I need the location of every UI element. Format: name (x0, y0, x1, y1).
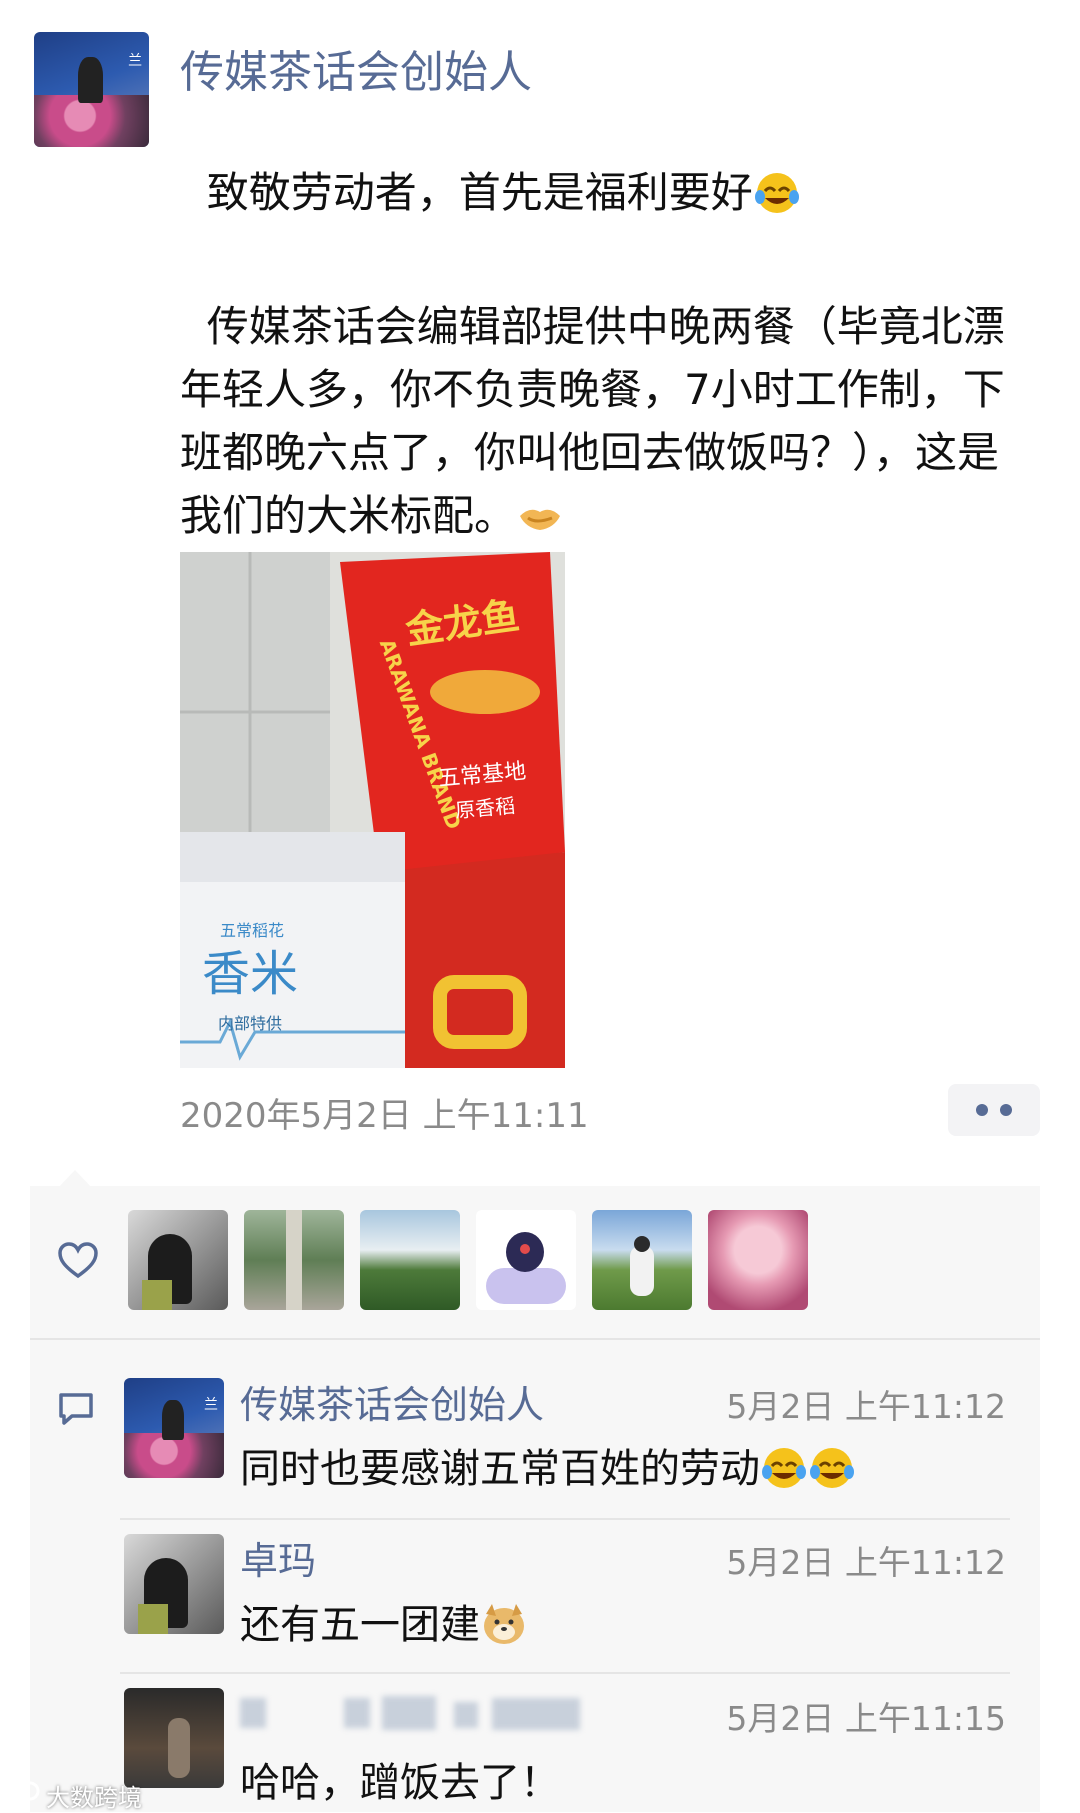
like-avatar-5[interactable] (592, 1210, 692, 1310)
panel-pointer (58, 1170, 92, 1188)
comment-author-1[interactable]: 传媒茶话会创始人 (240, 1374, 544, 1429)
post-photo[interactable]: 金龙鱼 ARAWANA BRAND 五常基地 原香稻 五常稻花 香米 内部特供 (180, 552, 565, 1068)
handshake-emoji (520, 509, 561, 530)
like-avatar-6[interactable] (708, 1210, 808, 1310)
comment-author-3-blurred[interactable] (240, 1694, 600, 1736)
comment-text-2: 还有五一团建 (240, 1592, 528, 1650)
comment-body-2: 还有五一团建 (240, 1602, 480, 1648)
heart-outline-icon (58, 1242, 98, 1279)
rice-box-label: 香米 (202, 946, 299, 1002)
comment-divider-2 (120, 1672, 1010, 1674)
comment-avatar-1[interactable]: 兰 (124, 1378, 224, 1478)
post-timestamp: 2020年5月2日 上午11:11 (180, 1096, 589, 1136)
like-avatar-3[interactable] (360, 1210, 460, 1310)
comment-author-2[interactable]: 卓玛 (240, 1530, 316, 1585)
post-body: 传媒茶话会编辑部提供中晚两餐（毕竟北漂年轻人多，你不负责晚餐，7小时工作制，下班… (180, 302, 1005, 540)
doge-emoji (484, 1604, 524, 1644)
comment-divider-1 (120, 1518, 1010, 1520)
comment-avatar-3[interactable] (124, 1688, 224, 1788)
post-headline: 致敬劳动者，首先是福利要好 (206, 168, 753, 217)
post-text-line1: 致敬劳动者，首先是福利要好 (180, 110, 920, 220)
tears-of-joy-emoji (810, 1448, 854, 1488)
comment-text-3: 哈哈，蹭饭去了！ (240, 1760, 560, 1806)
comment-text-1: 同时也要感谢五常百姓的劳动 (240, 1436, 856, 1494)
watermark-logo-icon (6, 1778, 40, 1804)
comment-bubble-icon (59, 1393, 93, 1425)
like-avatar-2[interactable] (244, 1210, 344, 1310)
like-avatar-1[interactable] (128, 1210, 228, 1310)
more-dots-icon[interactable] (948, 1084, 1040, 1136)
comment-avatar-2[interactable] (124, 1534, 224, 1634)
watermark-text: 大数跨境 (46, 1784, 142, 1812)
comment-body-1: 同时也要感谢五常百姓的劳动 (240, 1446, 760, 1492)
comment-time-1: 5月2日 上午11:12 (726, 1387, 1006, 1426)
panel-divider (30, 1338, 1040, 1340)
like-avatar-4[interactable] (476, 1210, 576, 1310)
post-author-name[interactable]: 传媒茶话会创始人 (180, 36, 532, 100)
tears-of-joy-emoji (754, 173, 799, 213)
author-avatar[interactable]: 兰 (34, 32, 149, 147)
comment-time-3: 5月2日 上午11:15 (726, 1699, 1006, 1738)
comment-time-2: 5月2日 上午11:12 (726, 1543, 1006, 1582)
rice-box-sub-label: 内部特供 (218, 1014, 283, 1033)
tears-of-joy-emoji (762, 1448, 806, 1488)
rice-bag-line2: 原香稻 (454, 793, 517, 823)
